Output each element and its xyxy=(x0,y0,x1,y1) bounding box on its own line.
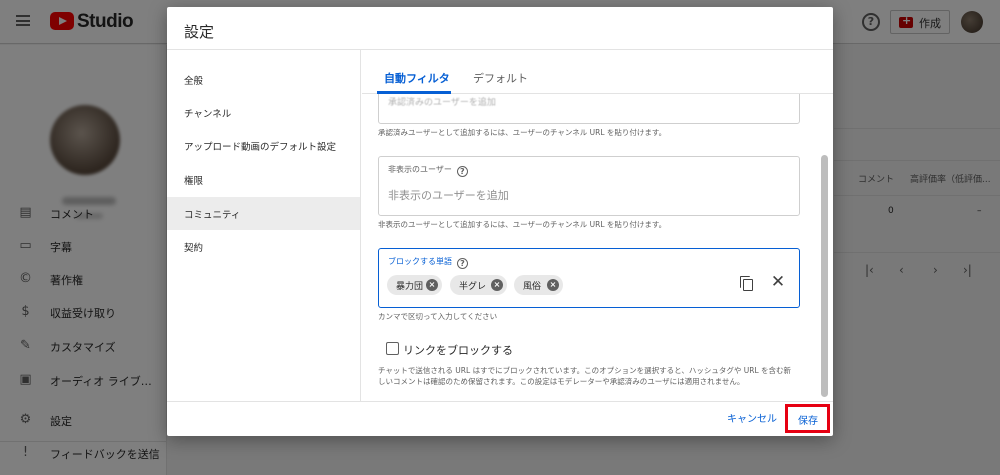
tab-auto-filter[interactable]: 自動フィルタ xyxy=(384,70,450,86)
blocked-words-label-text: ブロックする単語 xyxy=(388,257,452,266)
menu-item-label: コミュニティ xyxy=(184,210,241,221)
approved-users-hint: 承認済みユーザーとして追加するには、ユーザーのチャンネル URL を貼り付けます… xyxy=(378,128,667,137)
remove-chip-icon[interactable]: × xyxy=(426,279,438,291)
menu-item-general[interactable]: 全般 xyxy=(167,63,360,96)
save-label: 保存 xyxy=(798,416,818,427)
word-chip: 風俗 × xyxy=(514,275,563,295)
save-button[interactable]: 保存 xyxy=(785,404,830,433)
help-icon[interactable]: ? xyxy=(456,166,468,177)
blocked-words-label: ブロックする単語? xyxy=(388,256,468,269)
clear-icon[interactable]: ✕ xyxy=(770,272,786,292)
approved-users-placeholder: 承認済みのユーザーを追加 xyxy=(388,98,496,108)
hidden-users-input[interactable]: 非表示のユーザーを追加 xyxy=(388,187,509,203)
remove-chip-icon[interactable]: × xyxy=(491,279,503,291)
menu-item-label: 全般 xyxy=(184,76,204,87)
block-links-note: チャットで送信される URL はすでにブロックされています。このオプションを選択… xyxy=(378,366,792,386)
word-chip: 半グレ × xyxy=(450,275,507,295)
tab-defaults[interactable]: デフォルト xyxy=(473,70,528,86)
word-chip: 暴力団 × xyxy=(387,275,442,295)
chip-label: 半グレ xyxy=(459,282,487,292)
chip-label: 暴力団 xyxy=(396,282,424,292)
blocked-words-field[interactable]: ブロックする単語? 暴力団 × 半グレ × 風俗 × ✕ xyxy=(378,248,800,308)
menu-item-agreements[interactable]: 契約 xyxy=(167,230,360,263)
block-links-label[interactable]: リンクをブロックする xyxy=(403,342,513,358)
tab-bar: 自動フィルタ デフォルト xyxy=(362,50,833,94)
hidden-users-field[interactable]: 非表示のユーザー? 非表示のユーザーを追加 xyxy=(378,156,800,216)
copy-icon[interactable] xyxy=(740,276,754,292)
hidden-users-label: 非表示のユーザー? xyxy=(388,164,468,177)
remove-chip-icon[interactable]: × xyxy=(547,279,559,291)
menu-item-label: アップロード動画のデフォルト設定 xyxy=(184,142,337,153)
block-links-checkbox[interactable] xyxy=(386,342,399,355)
menu-item-label: 契約 xyxy=(184,243,204,254)
blocked-words-hint: カンマで区切って入力してください xyxy=(378,312,498,321)
scrollbar[interactable] xyxy=(821,155,828,397)
dialog-footer-divider xyxy=(167,401,833,402)
menu-item-label: 権限 xyxy=(184,176,204,187)
menu-item-permissions[interactable]: 権限 xyxy=(167,163,360,196)
hidden-users-label-text: 非表示のユーザー xyxy=(388,165,452,174)
active-tab-indicator xyxy=(377,91,451,94)
chip-label: 風俗 xyxy=(523,282,542,292)
approved-users-field[interactable]: 承認済みのユーザーを追加 xyxy=(378,94,800,124)
menu-item-channel[interactable]: チャンネル xyxy=(167,96,360,129)
hidden-users-hint: 非表示のユーザーとして追加するには、ユーザーのチャンネル URL を貼り付けます… xyxy=(378,220,667,229)
settings-menu: 全般 チャンネル アップロード動画のデフォルト設定 権限 コミュニティ 契約 xyxy=(167,50,361,401)
menu-item-community[interactable]: コミュニティ xyxy=(167,197,360,230)
cancel-button[interactable]: キャンセル xyxy=(727,410,777,425)
menu-item-upload-defaults[interactable]: アップロード動画のデフォルト設定 xyxy=(167,129,360,162)
auto-filter-panel: 承認済みのユーザーを追加 承認済みユーザーとして追加するには、ユーザーのチャンネ… xyxy=(362,94,833,401)
help-icon[interactable]: ? xyxy=(457,258,468,269)
menu-item-label: チャンネル xyxy=(184,109,232,120)
dialog-title: 設定 xyxy=(184,23,215,41)
settings-dialog: 設定 全般 チャンネル アップロード動画のデフォルト設定 権限 コミュニティ 契… xyxy=(167,7,833,436)
